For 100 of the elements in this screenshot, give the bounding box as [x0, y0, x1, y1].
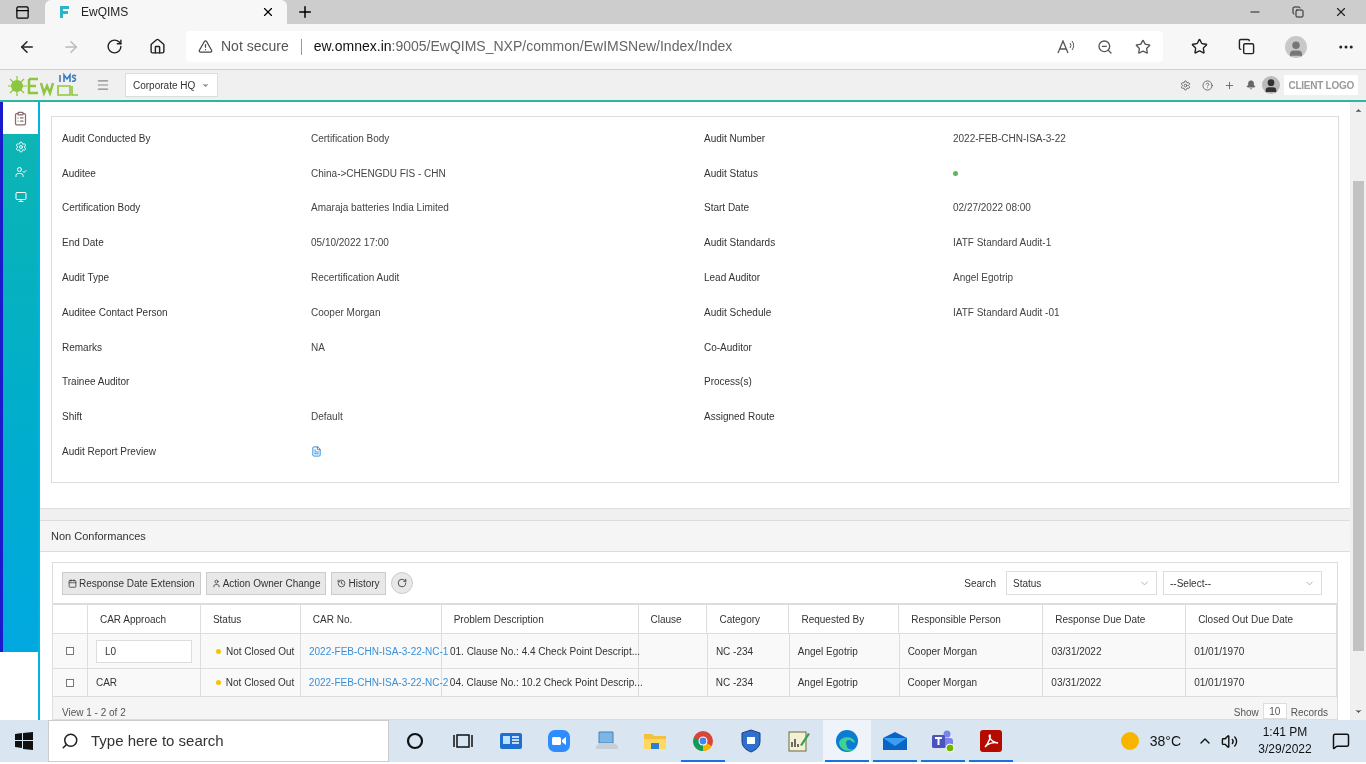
address-bar[interactable]: Not secure ew.omnex.in:9005/EwQIMS_NXP/common/EwIMSNew/Index/Index — [186, 31, 1163, 62]
new-tab-icon[interactable] — [296, 3, 314, 21]
column-header[interactable]: CAR Approach — [99, 611, 167, 627]
browser-icon[interactable] — [823, 720, 871, 762]
page-size-field[interactable]: 10 — [1262, 703, 1287, 719]
field-label: Audit Conducted By — [62, 131, 151, 146]
user-icon — [211, 578, 221, 588]
field-label: Auditee Contact Person — [62, 305, 168, 320]
scroll-down-icon[interactable] — [1353, 707, 1363, 716]
date-extension-button[interactable]: Response Date Extension — [62, 571, 201, 595]
field-label: Auditee — [62, 166, 96, 181]
monitor-icon — [14, 190, 27, 203]
column-header[interactable]: Clause — [650, 611, 682, 627]
table-cell-text: NC -234 — [715, 676, 753, 690]
history-button[interactable]: History — [331, 571, 386, 595]
field-label: Certification Body — [62, 201, 141, 216]
refresh-icon[interactable] — [106, 38, 123, 55]
browser-tab[interactable]: EwQIMS — [45, 0, 287, 24]
field-label: Co-Auditor — [704, 340, 752, 355]
close-icon[interactable] — [1334, 5, 1348, 19]
windows-icon — [15, 732, 33, 750]
field-label: Remarks — [62, 340, 102, 355]
search-field-select[interactable]: Status — [1006, 571, 1157, 595]
column-header[interactable]: Category — [719, 611, 761, 627]
column-header[interactable]: CAR No. — [312, 611, 353, 627]
table-cell-text: 04. Clause No.: 10.2 Check Point Descrip... — [449, 676, 643, 690]
table-cell-text: 03/31/2022 — [1051, 644, 1102, 659]
clock-date[interactable]: 3/29/2022 — [1258, 741, 1312, 758]
scrollbar-thumb[interactable] — [1352, 181, 1364, 651]
table-cell-text: Not Closed Out — [225, 644, 295, 659]
row-checkbox[interactable] — [65, 678, 74, 687]
action-owner-button[interactable]: Action Owner Change — [205, 571, 327, 595]
favorites-icon[interactable] — [1191, 38, 1208, 55]
table-cell-text: Cooper Morgan — [907, 644, 978, 659]
volume-icon[interactable] — [1221, 732, 1238, 750]
table-cell-text: Angel Egotrip — [797, 676, 858, 690]
add-icon[interactable] — [1224, 79, 1236, 91]
table-cell-text: 01/01/1970 — [1194, 644, 1245, 659]
field-label: Audit Report Preview — [62, 445, 156, 460]
avatar[interactable] — [1262, 76, 1281, 94]
column-header[interactable]: Closed Out Due Date — [1198, 611, 1294, 627]
clock-time[interactable]: 1:41 PM — [1262, 724, 1308, 741]
site-dropdown[interactable]: Corporate HQ — [125, 73, 219, 97]
column-header[interactable]: Problem Description — [453, 611, 544, 627]
field-label: Audit Schedule — [704, 305, 772, 320]
search-value-select[interactable]: --Select-- — [1163, 571, 1322, 595]
favorite-icon[interactable] — [1135, 38, 1151, 55]
field-value: IATF Standard Audit -01 — [953, 305, 1060, 320]
read-aloud-icon[interactable] — [1057, 39, 1075, 54]
document-icon[interactable] — [311, 446, 322, 458]
history-icon — [337, 578, 347, 588]
row-checkbox[interactable] — [65, 647, 74, 655]
scrollbar[interactable] — [1350, 102, 1366, 720]
column-header[interactable]: Responsible Person — [911, 611, 1001, 627]
field-value: 02/27/2022 08:00 — [953, 201, 1031, 216]
settings-icon[interactable] — [1180, 79, 1192, 91]
warning-icon[interactable] — [198, 39, 213, 54]
profile-icon[interactable] — [1285, 35, 1307, 58]
table-cell-text: NC -234 — [715, 644, 754, 659]
notification-icon[interactable] — [1246, 80, 1257, 90]
column-header[interactable]: Requested By — [801, 611, 865, 627]
field-label: Start Date — [704, 201, 750, 216]
table-cell-text: Cooper Morgan — [907, 676, 977, 690]
field-label: Audit Number — [704, 131, 766, 146]
pager-text: View 1 - 2 of 2 — [62, 707, 126, 719]
column-header[interactable]: Status — [212, 611, 242, 627]
field-value: Default — [311, 410, 343, 425]
notifications-icon[interactable] — [1332, 732, 1350, 750]
collections-icon[interactable] — [1238, 38, 1255, 55]
field-value: Recertification Audit — [311, 271, 400, 286]
help-icon[interactable] — [1202, 79, 1214, 91]
tab-actions-icon[interactable] — [15, 4, 30, 20]
sidebar-item[interactable] — [3, 102, 38, 134]
field-label: Audit Type — [62, 271, 110, 286]
column-header[interactable]: Response Due Date — [1055, 611, 1146, 627]
section-title: Non Conformances — [51, 528, 146, 544]
records-label: Records — [1290, 707, 1328, 719]
zoom-out-icon[interactable] — [1097, 38, 1113, 55]
scroll-up-icon[interactable] — [1353, 106, 1363, 115]
field-label: End Date — [62, 236, 104, 251]
settings-icon — [14, 140, 27, 153]
user-check-icon — [14, 165, 27, 178]
search-label: Search — [964, 576, 996, 591]
car-approach-field[interactable]: L0 — [95, 639, 192, 663]
field-value: Angel Egotrip — [953, 271, 1014, 286]
temperature[interactable]: 38°C — [1149, 730, 1181, 752]
field-label: Lead Auditor — [704, 271, 761, 286]
field-label: Shift — [62, 410, 82, 425]
restore-icon[interactable] — [1292, 6, 1304, 18]
field-label: Audit Standards — [704, 236, 776, 251]
field-value: IATF Standard Audit-1 — [953, 236, 1052, 251]
field-label: Audit Status — [704, 166, 758, 181]
taskbar-search-field[interactable]: Type here to search — [48, 720, 389, 762]
table-cell-text: 03/31/2022 — [1051, 676, 1102, 690]
close-icon[interactable] — [261, 5, 275, 19]
calendar-icon — [68, 578, 77, 588]
field-value: Amaraja batteries India Limited — [311, 201, 449, 216]
refresh-button[interactable] — [390, 572, 413, 594]
home-icon[interactable] — [149, 38, 166, 55]
client-logo: CLIENT LOGO — [1284, 75, 1358, 95]
